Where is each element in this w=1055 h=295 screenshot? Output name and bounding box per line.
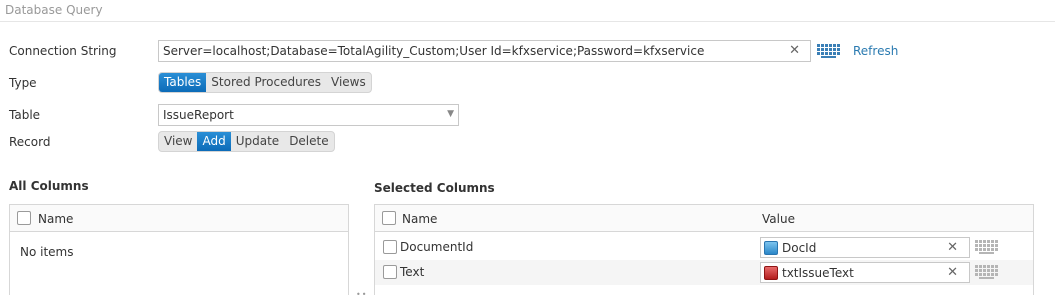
record-option-view[interactable]: View: [159, 132, 197, 151]
value-text: DocId: [782, 241, 817, 255]
selected-columns-header: Name Value: [375, 205, 1033, 232]
row-checkbox[interactable]: [383, 265, 397, 279]
close-icon[interactable]: ✕: [947, 241, 958, 254]
all-columns-title: All Columns: [9, 179, 89, 193]
text-field-variable-icon: [764, 266, 778, 280]
table-select-value: IssueReport: [163, 108, 234, 122]
column-name: Text: [400, 265, 425, 279]
type-option-views[interactable]: Views: [326, 73, 371, 92]
record-segmented-control: View Add Update Delete: [158, 131, 335, 152]
connection-string-value: Server=localhost;Database=TotalAgility_C…: [163, 44, 705, 58]
keyboard-icon[interactable]: [817, 43, 842, 59]
empty-message: No items: [20, 245, 74, 259]
column-name: DocumentId: [400, 240, 474, 254]
keyboard-icon[interactable]: [975, 239, 1000, 255]
dropdown-arrow-icon: ▼: [447, 109, 454, 119]
panel-title: Database Query: [5, 3, 103, 17]
name-column-header[interactable]: Name: [38, 212, 73, 226]
value-input[interactable]: DocId ✕: [760, 237, 970, 258]
table-select[interactable]: IssueReport ▼: [158, 104, 459, 126]
all-columns-header: Name: [10, 205, 348, 232]
table-row[interactable]: DocumentId DocId ✕: [375, 235, 1033, 260]
keyboard-icon[interactable]: [975, 264, 1000, 280]
type-option-tables[interactable]: Tables: [159, 73, 207, 92]
record-option-delete[interactable]: Delete: [284, 132, 333, 151]
select-all-checkbox[interactable]: [382, 211, 396, 225]
table-label: Table: [9, 108, 41, 122]
document-variable-icon: [764, 241, 778, 255]
select-all-checkbox[interactable]: [17, 211, 31, 225]
type-segmented-control: Tables Stored Procedures Views: [158, 72, 372, 93]
connection-string-input[interactable]: Server=localhost;Database=TotalAgility_C…: [158, 40, 811, 62]
type-label: Type: [9, 76, 37, 90]
selected-columns-title: Selected Columns: [374, 181, 495, 195]
all-columns-grid: Name No items: [9, 204, 349, 295]
row-checkbox[interactable]: [383, 240, 397, 254]
refresh-link[interactable]: Refresh: [853, 44, 898, 58]
close-icon[interactable]: ✕: [947, 266, 958, 279]
type-option-stored-procedures[interactable]: Stored Procedures: [206, 73, 326, 92]
close-icon[interactable]: ✕: [789, 44, 800, 57]
value-column-header[interactable]: Value: [762, 212, 795, 226]
record-label: Record: [9, 135, 51, 149]
splitter-handle[interactable]: ••: [356, 290, 367, 295]
connection-string-label: Connection String: [9, 44, 117, 58]
table-row[interactable]: Text txtIssueText ✕: [375, 260, 1033, 285]
panel-header: Database Query: [0, 0, 1055, 22]
record-option-update[interactable]: Update: [231, 132, 284, 151]
selected-columns-grid: Name Value DocumentId DocId ✕ Text txtIs…: [374, 204, 1034, 295]
record-option-add[interactable]: Add: [197, 132, 231, 151]
value-text: txtIssueText: [782, 266, 854, 280]
value-input[interactable]: txtIssueText ✕: [760, 262, 970, 283]
name-column-header[interactable]: Name: [402, 212, 437, 226]
